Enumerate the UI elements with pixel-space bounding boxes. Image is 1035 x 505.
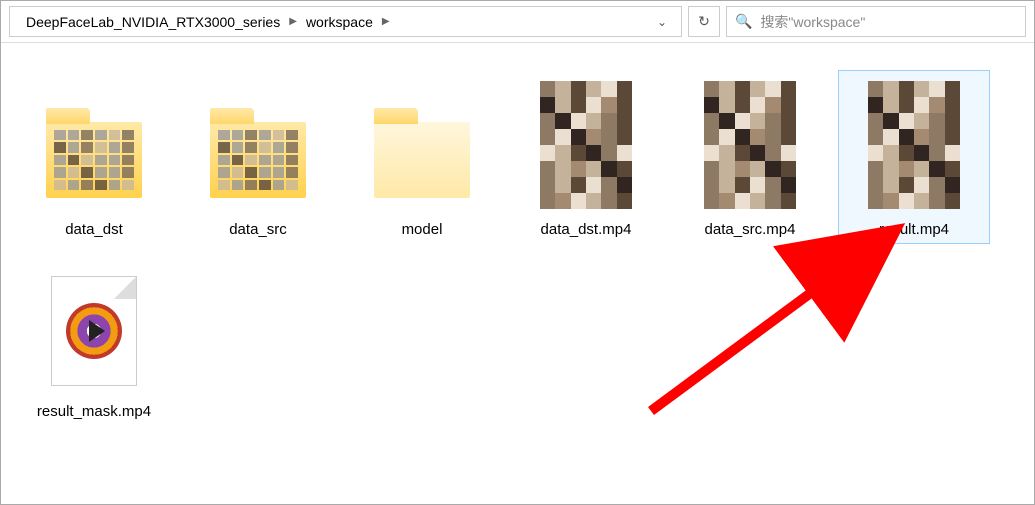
- folder-icon: [374, 122, 470, 198]
- video-thumbnail: [540, 81, 632, 209]
- file-thumbnail: [367, 75, 477, 215]
- file-thumbnail: [39, 75, 149, 215]
- file-thumbnail: [39, 257, 149, 397]
- file-item[interactable]: result.mp4: [839, 71, 989, 243]
- search-placeholder: 搜索"workspace": [760, 12, 865, 32]
- file-thumbnail: [695, 75, 805, 215]
- folder-icon: [210, 122, 306, 198]
- file-label: result_mask.mp4: [37, 403, 151, 421]
- chevron-right-icon: ▶: [379, 16, 393, 27]
- address-bar[interactable]: DeepFaceLab_NVIDIA_RTX3000_series ▶ work…: [9, 6, 682, 37]
- folder-icon: [46, 122, 142, 198]
- file-item[interactable]: data_dst: [19, 71, 169, 243]
- search-input[interactable]: 🔍 搜索"workspace": [726, 6, 1026, 37]
- search-icon: 🔍: [735, 13, 752, 30]
- file-item[interactable]: data_src: [183, 71, 333, 243]
- file-label: data_dst.mp4: [541, 221, 632, 239]
- video-file-icon: [51, 276, 137, 386]
- file-label: data_src: [229, 221, 287, 239]
- file-label: data_src.mp4: [705, 221, 796, 239]
- file-item[interactable]: data_src.mp4: [675, 71, 825, 243]
- file-item[interactable]: model: [347, 71, 497, 243]
- file-thumbnail: [859, 75, 969, 215]
- toolbar: DeepFaceLab_NVIDIA_RTX3000_series ▶ work…: [1, 1, 1034, 43]
- file-thumbnail: [531, 75, 641, 215]
- video-thumbnail: [868, 81, 960, 209]
- file-grid[interactable]: data_dst data_src model data_dst.mp4 data_sr…: [1, 43, 1034, 453]
- refresh-icon: ↻: [698, 13, 710, 30]
- refresh-button[interactable]: ↻: [688, 6, 720, 37]
- explorer-window: DeepFaceLab_NVIDIA_RTX3000_series ▶ work…: [0, 0, 1035, 505]
- file-item[interactable]: data_dst.mp4: [511, 71, 661, 243]
- breadcrumb-segment[interactable]: DeepFaceLab_NVIDIA_RTX3000_series: [20, 12, 286, 32]
- play-icon: [66, 303, 122, 359]
- file-label: result.mp4: [879, 221, 949, 239]
- video-thumbnail: [704, 81, 796, 209]
- chevron-right-icon: ▶: [286, 16, 300, 27]
- chevron-down-icon[interactable]: ⌄: [649, 11, 675, 33]
- file-item[interactable]: result_mask.mp4: [19, 253, 169, 425]
- file-label: model: [402, 221, 443, 239]
- file-thumbnail: [203, 75, 313, 215]
- file-label: data_dst: [65, 221, 123, 239]
- breadcrumb-segment[interactable]: workspace: [300, 12, 379, 32]
